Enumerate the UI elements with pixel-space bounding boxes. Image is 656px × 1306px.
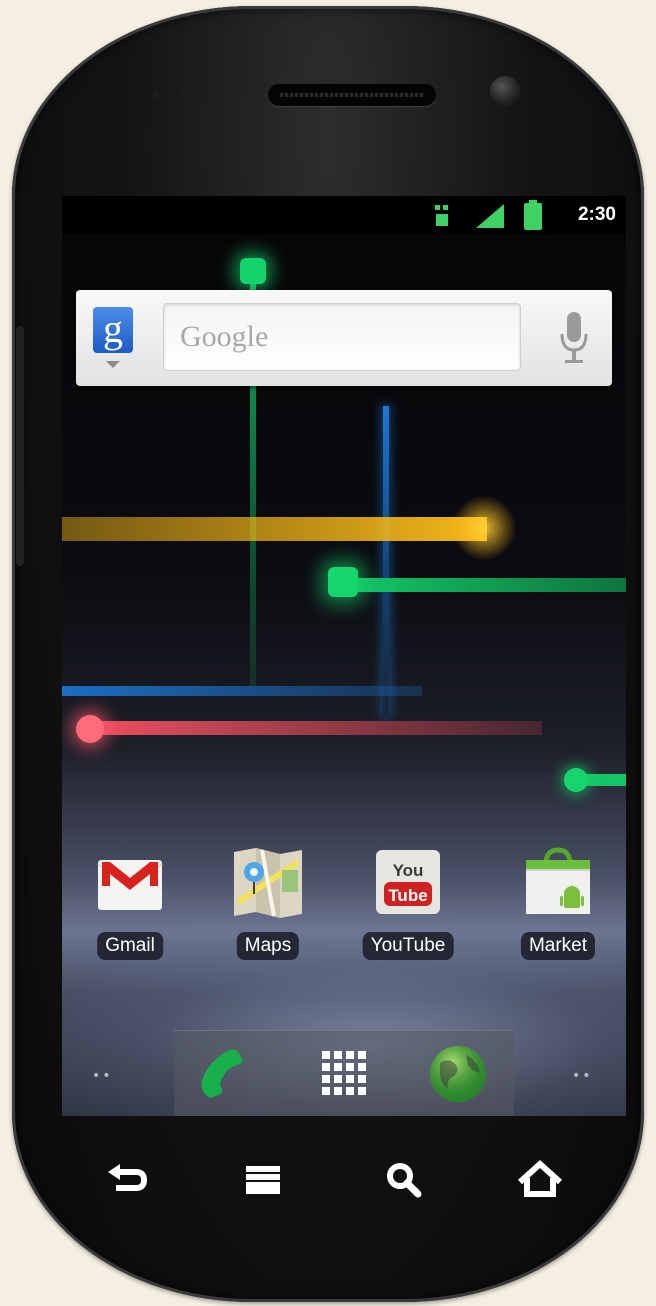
menu-icon[interactable] <box>222 1150 302 1210</box>
maps-icon <box>234 848 302 918</box>
google-search-widget[interactable]: g Google <box>76 290 612 386</box>
phone-icon[interactable] <box>192 1043 256 1105</box>
search-icon[interactable] <box>366 1150 446 1210</box>
app-youtube[interactable]: You Tube YouTube <box>348 846 468 972</box>
dock-tray <box>174 1030 514 1116</box>
app-label: Gmail <box>97 932 163 960</box>
youtube-icon-text-top: You <box>393 861 424 880</box>
youtube-icon-text-bottom: Tube <box>388 886 427 905</box>
app-market[interactable]: Market <box>498 846 618 972</box>
wallpaper-red-node <box>76 715 104 743</box>
search-input[interactable]: Google <box>163 303 521 371</box>
home-icon[interactable] <box>500 1150 580 1210</box>
wallpaper-blue-vertical-line <box>383 406 389 716</box>
microphone-icon[interactable] <box>554 308 594 368</box>
proximity-sensor <box>152 90 160 98</box>
wallpaper-green-node-3 <box>564 768 588 792</box>
sim-data-icon <box>435 205 448 226</box>
wallpaper-blue-horizontal-line <box>62 686 422 696</box>
google-logo-icon[interactable]: g <box>93 307 133 353</box>
app-label: Market <box>520 932 596 960</box>
app-gmail[interactable]: Gmail <box>70 846 190 972</box>
home-app-row: Gmail Maps You Tube YouTube Market <box>62 846 626 976</box>
back-icon[interactable] <box>86 1150 166 1210</box>
wallpaper-yellow-line <box>62 517 487 541</box>
left-screen-indicator[interactable]: •• <box>92 1068 113 1084</box>
light-sensor <box>180 90 188 98</box>
app-label: Maps <box>236 932 300 960</box>
clock: 2:30 <box>577 204 616 225</box>
browser-icon[interactable] <box>426 1043 490 1105</box>
dock: •• •• <box>62 1030 626 1116</box>
app-label: YouTube <box>362 932 454 960</box>
earpiece-speaker <box>268 84 436 106</box>
search-source-dropdown-icon[interactable] <box>106 361 120 368</box>
right-screen-indicator[interactable]: •• <box>572 1068 593 1084</box>
front-camera <box>490 76 520 106</box>
wallpaper-green-horizontal-line <box>342 578 626 592</box>
wallpaper-red-line <box>82 721 542 735</box>
app-launcher-icon[interactable] <box>312 1043 376 1105</box>
home-screen: 2:30 g Google Gmail Maps You Tube YouTub… <box>62 196 626 1116</box>
battery-icon <box>524 200 542 230</box>
youtube-icon: You Tube <box>376 850 440 914</box>
gmail-icon <box>97 860 163 910</box>
wallpaper-green-node <box>240 258 266 284</box>
market-icon <box>526 847 590 914</box>
wallpaper-yellow-node <box>452 496 516 560</box>
app-maps[interactable]: Maps <box>208 846 328 972</box>
volume-button[interactable] <box>16 326 24 566</box>
signal-icon <box>476 204 504 228</box>
wallpaper-green-node-2 <box>328 567 358 597</box>
navigation-keys <box>62 1150 626 1210</box>
status-bar[interactable]: 2:30 <box>62 196 626 234</box>
